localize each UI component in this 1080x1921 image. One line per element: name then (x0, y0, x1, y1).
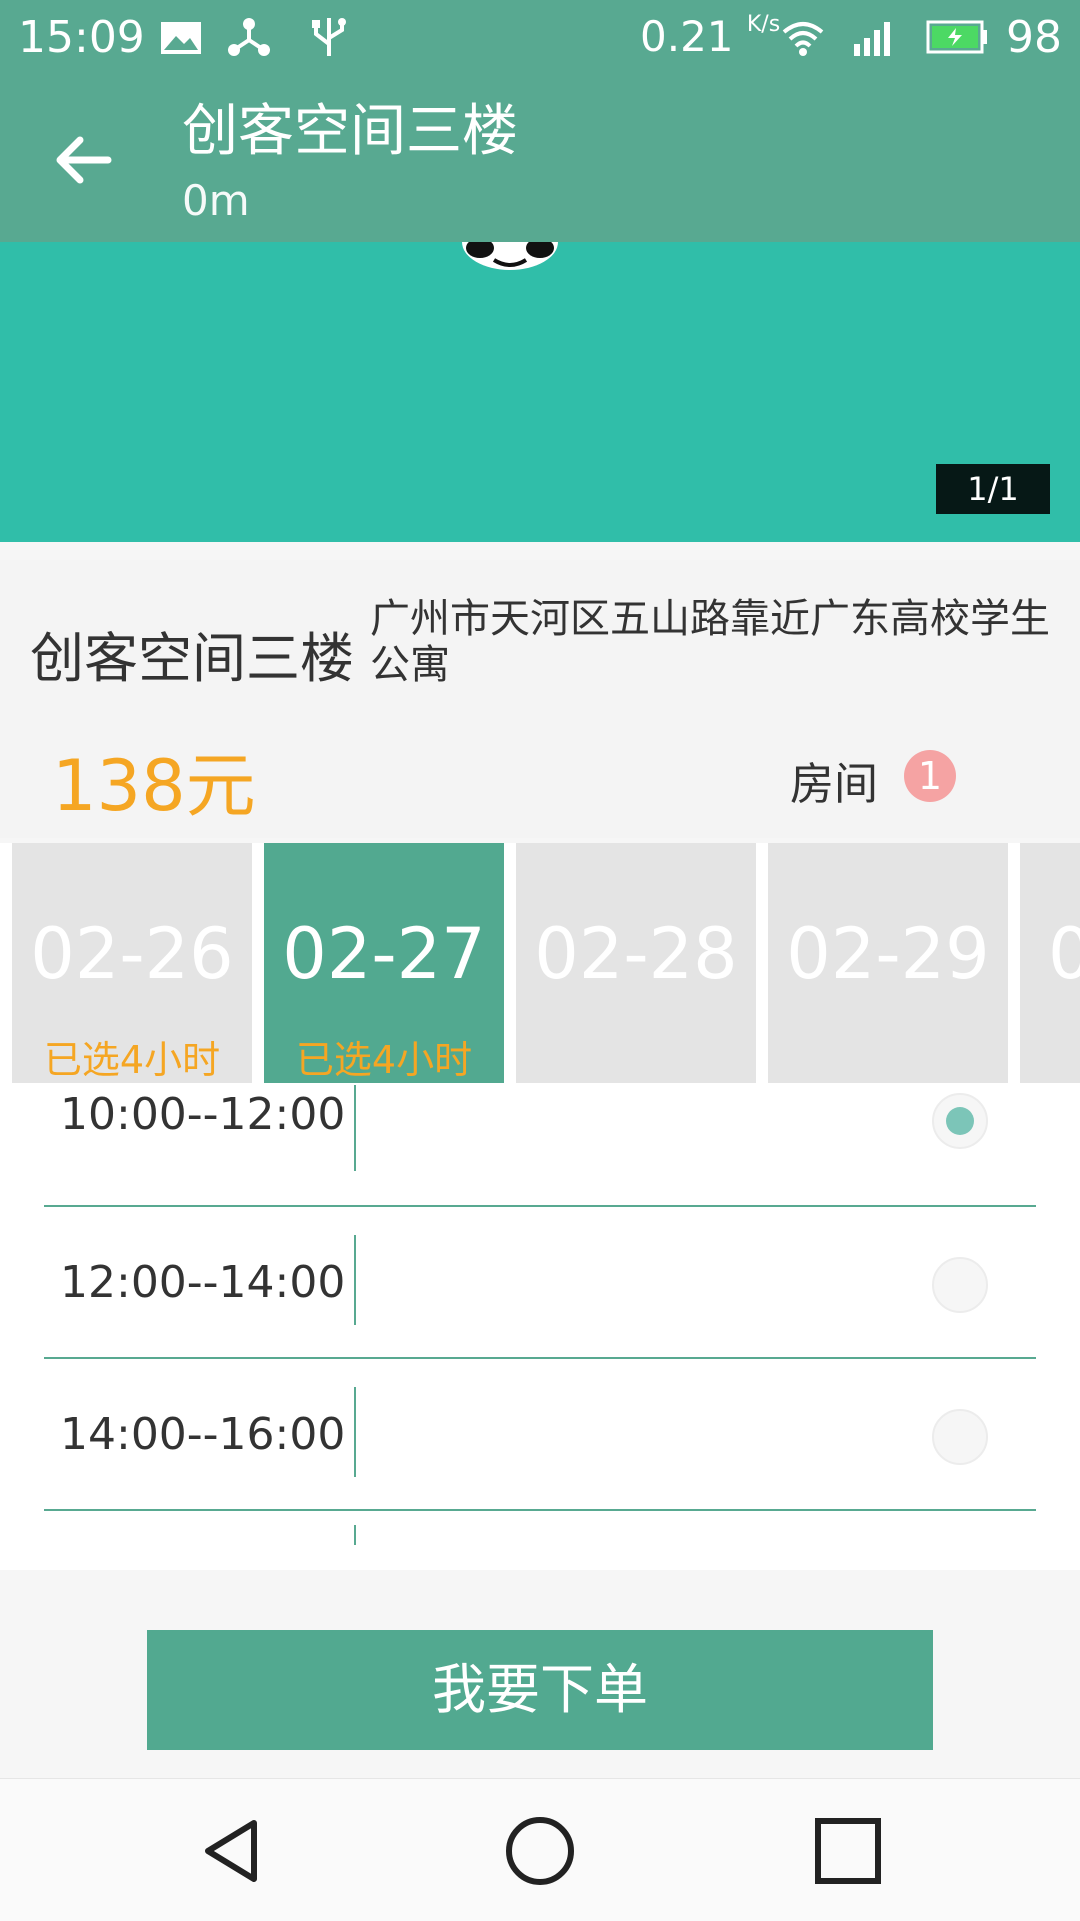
place-order-button[interactable]: 我要下单 (147, 1630, 933, 1750)
status-time: 15:09 (18, 12, 145, 63)
date-status: 已选4小时 (43, 1038, 221, 1082)
time-slot[interactable]: 10:00--12:00 (44, 1085, 1036, 1207)
battery-percent: 98 (1006, 12, 1062, 63)
slot-radio[interactable] (932, 1409, 988, 1465)
date-status: 已选4小时 (295, 1038, 473, 1082)
net-speed-value: 0.21 (640, 12, 734, 61)
slot-divider (354, 1387, 356, 1477)
slot-time: 14:00--16:00 (60, 1409, 346, 1460)
date-tab[interactable]: 02-29 (768, 843, 1008, 1083)
date-selector: 02-26 已选4小时 02-27 已选4小时 02-28 02-29 0 (0, 843, 1080, 1085)
signal-4g-icon (854, 22, 890, 56)
nav-recents-icon[interactable] (806, 1809, 890, 1893)
date-label: 02-26 (30, 913, 234, 995)
room-count-badge: 1 (904, 750, 956, 802)
date-tab[interactable]: 02-26 已选4小时 (12, 843, 252, 1083)
date-label: 0 (1048, 913, 1080, 995)
system-nav-bar (0, 1778, 1080, 1921)
slot-radio[interactable] (932, 1093, 988, 1149)
space-name: 创客空间三楼 (30, 627, 354, 690)
arrow-left-icon[interactable] (40, 116, 128, 204)
date-tab-selected[interactable]: 02-27 已选4小时 (264, 843, 504, 1083)
mascot-image (462, 242, 558, 270)
time-slot-list: 10:00--12:00 12:00--14:00 14:00--16:00 (0, 1085, 1080, 1570)
share-icon (228, 18, 270, 56)
net-speed-unit: K/s (746, 12, 781, 37)
time-slot[interactable]: 14:00--16:00 (44, 1357, 1036, 1511)
room-label[interactable]: 房间 (790, 748, 878, 812)
space-address: 广州市天河区五山路靠近广东高校学生公寓 (370, 596, 1050, 688)
date-label: 02-28 (534, 913, 738, 995)
date-tab[interactable]: 02-28 (516, 843, 756, 1083)
page-indicator: 1/1 (936, 464, 1050, 514)
nav-home-icon[interactable] (498, 1809, 582, 1893)
battery-icon (926, 20, 987, 54)
net-speed: 0.21 K/s (640, 12, 780, 61)
app-toolbar: 创客空间三楼 0m (0, 76, 1080, 242)
image-icon (161, 22, 201, 54)
space-info: 创客空间三楼 广州市天河区五山路靠近广东高校学生公寓 138元 房间 1 (0, 560, 1080, 838)
nav-back-icon[interactable] (190, 1809, 274, 1893)
slot-radio[interactable] (932, 1257, 988, 1313)
slot-time: 10:00--12:00 (60, 1089, 346, 1140)
slot-divider (354, 1235, 356, 1325)
slot-divider-partial (354, 1525, 356, 1545)
image-banner[interactable]: 1/1 (0, 242, 1080, 542)
page-subtitle: 0m (182, 176, 250, 225)
date-label: 02-27 (282, 913, 486, 995)
order-area: 我要下单 (0, 1570, 1080, 1778)
status-bar: 15:09 0.21 K/s 98 (0, 0, 1080, 76)
page-title: 创客空间三楼 (182, 99, 518, 164)
usb-icon (312, 18, 346, 56)
wifi-icon (782, 22, 824, 56)
date-tab[interactable]: 0 (1020, 843, 1080, 1083)
price: 138元 (52, 745, 256, 827)
date-label: 02-29 (786, 913, 990, 995)
slot-time: 12:00--14:00 (60, 1257, 346, 1308)
slot-divider (354, 1085, 356, 1171)
time-slot[interactable]: 12:00--14:00 (44, 1205, 1036, 1359)
